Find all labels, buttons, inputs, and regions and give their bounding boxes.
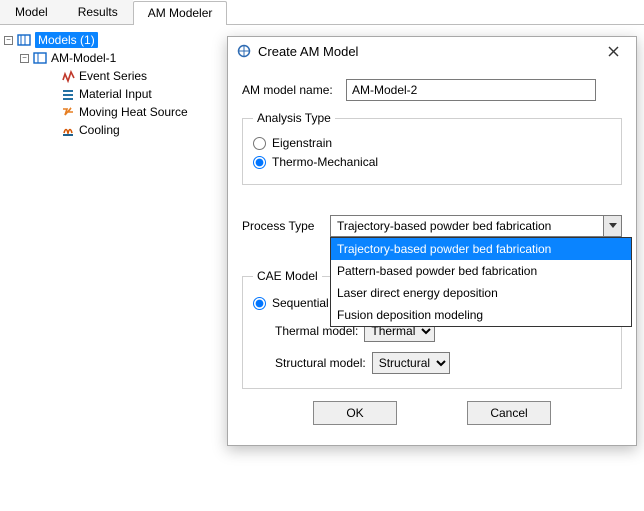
eigenstrain-radio[interactable] [253, 137, 266, 150]
event-series-icon [60, 68, 76, 84]
process-type-option[interactable]: Trajectory-based powder bed fabrication [331, 238, 631, 260]
analysis-type-legend: Analysis Type [253, 111, 335, 125]
tab-results[interactable]: Results [63, 0, 133, 24]
sequential-radio[interactable] [253, 297, 266, 310]
collapse-icon[interactable]: − [4, 36, 13, 45]
tab-am-modeler[interactable]: AM Modeler [133, 1, 228, 25]
chevron-down-icon[interactable] [603, 216, 621, 236]
process-type-label: Process Type [242, 219, 330, 233]
structural-model-select[interactable]: Structural [372, 352, 450, 374]
close-button[interactable] [596, 41, 630, 61]
app-icon [236, 43, 252, 59]
process-type-option[interactable]: Fusion deposition modeling [331, 304, 631, 326]
process-type-option[interactable]: Pattern-based powder bed fabrication [331, 260, 631, 282]
ok-button[interactable]: OK [313, 401, 397, 425]
am-model-name-input[interactable] [346, 79, 596, 101]
model-tree: − Models (1) − AM-Model-1 Event Series M… [0, 25, 225, 145]
process-type-option[interactable]: Laser direct energy deposition [331, 282, 631, 304]
tree-node-moving-heat[interactable]: Moving Heat Source [79, 104, 188, 120]
process-type-value: Trajectory-based powder bed fabrication [337, 219, 603, 233]
cancel-button[interactable]: Cancel [467, 401, 551, 425]
analysis-type-group: Analysis Type Eigenstrain Thermo-Mechani… [242, 111, 622, 185]
cooling-icon [60, 122, 76, 138]
material-input-icon [60, 86, 76, 102]
process-type-combo[interactable]: Trajectory-based powder bed fabrication [330, 215, 622, 237]
thermo-mechanical-radio[interactable] [253, 156, 266, 169]
create-am-model-dialog: Create AM Model AM model name: Analysis … [227, 36, 637, 446]
tree-node-material-input[interactable]: Material Input [79, 86, 152, 102]
collapse-icon[interactable]: − [20, 54, 29, 63]
tree-node-cooling[interactable]: Cooling [79, 122, 120, 138]
structural-model-label: Structural model: [275, 356, 366, 370]
tree-node-event-series[interactable]: Event Series [79, 68, 147, 84]
tree-root[interactable]: Models (1) [35, 32, 98, 48]
name-label: AM model name: [242, 83, 346, 97]
thermo-mechanical-label: Thermo-Mechanical [272, 155, 378, 169]
moving-heat-icon [60, 104, 76, 120]
tab-model[interactable]: Model [0, 0, 63, 24]
models-icon [16, 32, 32, 48]
cae-model-legend: CAE Model [253, 269, 322, 283]
am-model-icon [32, 50, 48, 66]
process-type-dropdown: Trajectory-based powder bed fabrication … [330, 237, 632, 327]
eigenstrain-label: Eigenstrain [272, 136, 332, 150]
sequential-label: Sequential [272, 296, 329, 310]
tree-node-am-model[interactable]: AM-Model-1 [51, 50, 116, 66]
tab-strip: Model Results AM Modeler [0, 0, 644, 25]
dialog-title: Create AM Model [258, 44, 596, 59]
